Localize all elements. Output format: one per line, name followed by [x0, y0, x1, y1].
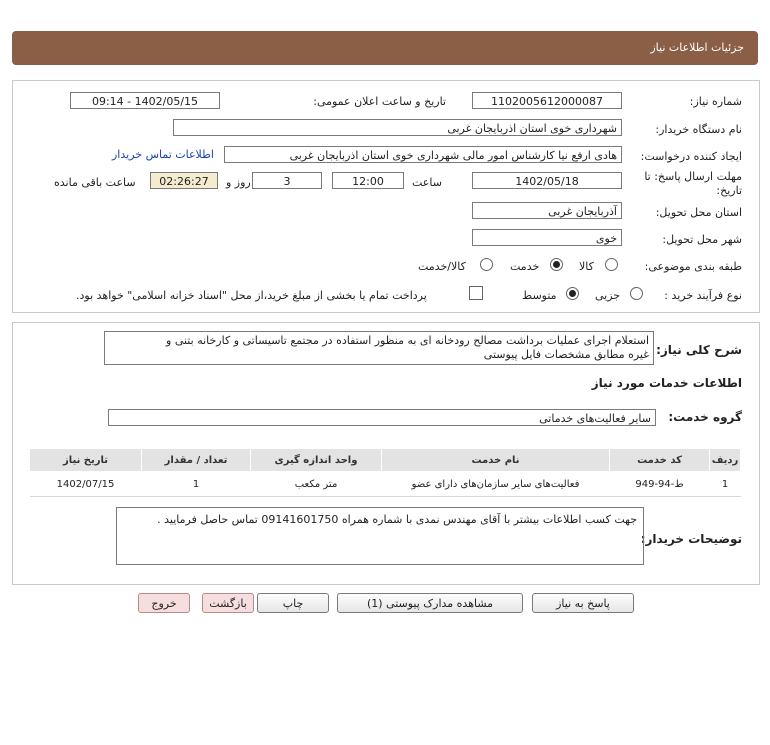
announce-label: تاریخ و ساعت اعلان عمومی:	[313, 95, 446, 108]
summary-box: استعلام اجرای عملیات برداشت مصالح رودخان…	[104, 331, 654, 365]
summary-label: شرح کلی نیاز:	[656, 343, 742, 357]
services-heading: اطلاعات خدمات مورد نیاز	[591, 376, 742, 390]
requester-field: هادی ارفع نیا کارشناس امور مالی شهرداری …	[224, 146, 622, 163]
buyer-org-field: شهرداری خوی استان اذربایجان غربی	[173, 119, 622, 136]
process-radio-medium[interactable]	[566, 287, 579, 300]
remaining-time-field: 02:26:27	[150, 172, 218, 189]
need-number-label: شماره نیاز:	[689, 95, 742, 108]
col-header-quantity: تعداد / مقدار	[141, 448, 251, 472]
deadline-label-1: مهلت ارسال پاسخ: تا	[644, 170, 742, 183]
table-row: 1 ط-94-949 فعالیت‌های سایر سازمان‌های دا…	[29, 471, 741, 497]
reply-button[interactable]: پاسخ به نیاز	[532, 593, 634, 613]
cell-service-name: فعالیت‌های سایر سازمان‌های دارای عضو	[381, 471, 610, 497]
category-radio-goods[interactable]	[605, 258, 618, 271]
days-field: 3	[252, 172, 322, 189]
service-group-field: سایر فعالیت‌های خدماتی	[108, 409, 656, 426]
need-info-panel	[12, 80, 760, 313]
requester-label: ایجاد کننده درخواست:	[640, 150, 742, 163]
process-option-minor: جزیی	[595, 289, 621, 302]
category-radio-goods-service[interactable]	[480, 258, 493, 271]
exit-button[interactable]: خروج	[138, 593, 190, 613]
page-title: جزئیات اطلاعات نیاز	[650, 41, 744, 54]
process-label: نوع فرآیند خرید :	[664, 289, 742, 302]
col-header-service-name: نام خدمت	[381, 448, 610, 472]
category-option-goods: کالا	[579, 260, 594, 273]
buyer-contact-link[interactable]: اطلاعات تماس خریدار	[112, 148, 214, 161]
cell-row-number: 1	[709, 471, 741, 497]
need-number-field: 1102005612000087	[472, 92, 622, 109]
service-group-label: گروه خدمت:	[668, 410, 742, 424]
category-option-service: خدمت	[510, 260, 540, 273]
back-button[interactable]: بازگشت	[202, 593, 254, 613]
cell-unit: متر مکعب	[250, 471, 382, 497]
buyer-notes-label: توضیحات خریدار:	[640, 532, 742, 546]
col-header-need-date: تاریخ نیاز	[29, 448, 142, 472]
summary-line-2: غیره مطابق مشخصات فایل پیوستی	[483, 348, 649, 361]
cell-quantity: 1	[141, 471, 251, 497]
buyer-org-label: نام دستگاه خریدار:	[655, 123, 742, 136]
deadline-label-2: تاریخ:	[716, 184, 742, 197]
category-label: طبقه بندی موضوعی:	[644, 260, 742, 273]
cell-need-date: 1402/07/15	[29, 471, 142, 497]
deadline-date-field: 1402/05/18	[472, 172, 622, 189]
process-option-medium: متوسط	[522, 289, 557, 302]
cell-service-code: ط-94-949	[609, 471, 710, 497]
announce-field: 1402/05/15 - 09:14	[70, 92, 220, 109]
city-field: خوی	[472, 229, 622, 246]
category-option-goods-service: کالا/خدمت	[418, 260, 466, 273]
col-header-unit: واحد اندازه گیری	[250, 448, 382, 472]
summary-line-1: استعلام اجرای عملیات برداشت مصالح رودخان…	[166, 334, 649, 347]
province-label: استان محل تحویل:	[655, 206, 742, 219]
province-field: آذربایجان غربی	[472, 202, 622, 219]
col-header-row-number: ردیف	[709, 448, 741, 472]
treasury-payment-checkbox[interactable]	[469, 286, 483, 300]
deadline-time-field: 12:00	[332, 172, 404, 189]
buyer-notes-box: جهت کسب اطلاعات بیشتر با آقای مهندس نمدی…	[116, 507, 644, 565]
view-attachments-button[interactable]: مشاهده مدارک پیوستی (1)	[337, 593, 523, 613]
services-table: ردیف کد خدمت نام خدمت واحد اندازه گیری ت…	[29, 448, 741, 497]
page-title-bar: جزئیات اطلاعات نیاز	[12, 31, 758, 65]
col-header-service-code: کد خدمت	[609, 448, 710, 472]
days-label: روز و	[226, 176, 251, 189]
remaining-label: ساعت باقی مانده	[54, 176, 136, 189]
table-header-row: ردیف کد خدمت نام خدمت واحد اندازه گیری ت…	[29, 448, 741, 472]
print-button[interactable]: چاپ	[257, 593, 329, 613]
process-radio-minor[interactable]	[630, 287, 643, 300]
category-radio-service[interactable]	[550, 258, 563, 271]
treasury-payment-note: پرداخت تمام یا بخشی از مبلغ خرید،از محل …	[76, 289, 427, 302]
city-label: شهر محل تحویل:	[662, 233, 742, 246]
time-label: ساعت	[412, 176, 442, 189]
